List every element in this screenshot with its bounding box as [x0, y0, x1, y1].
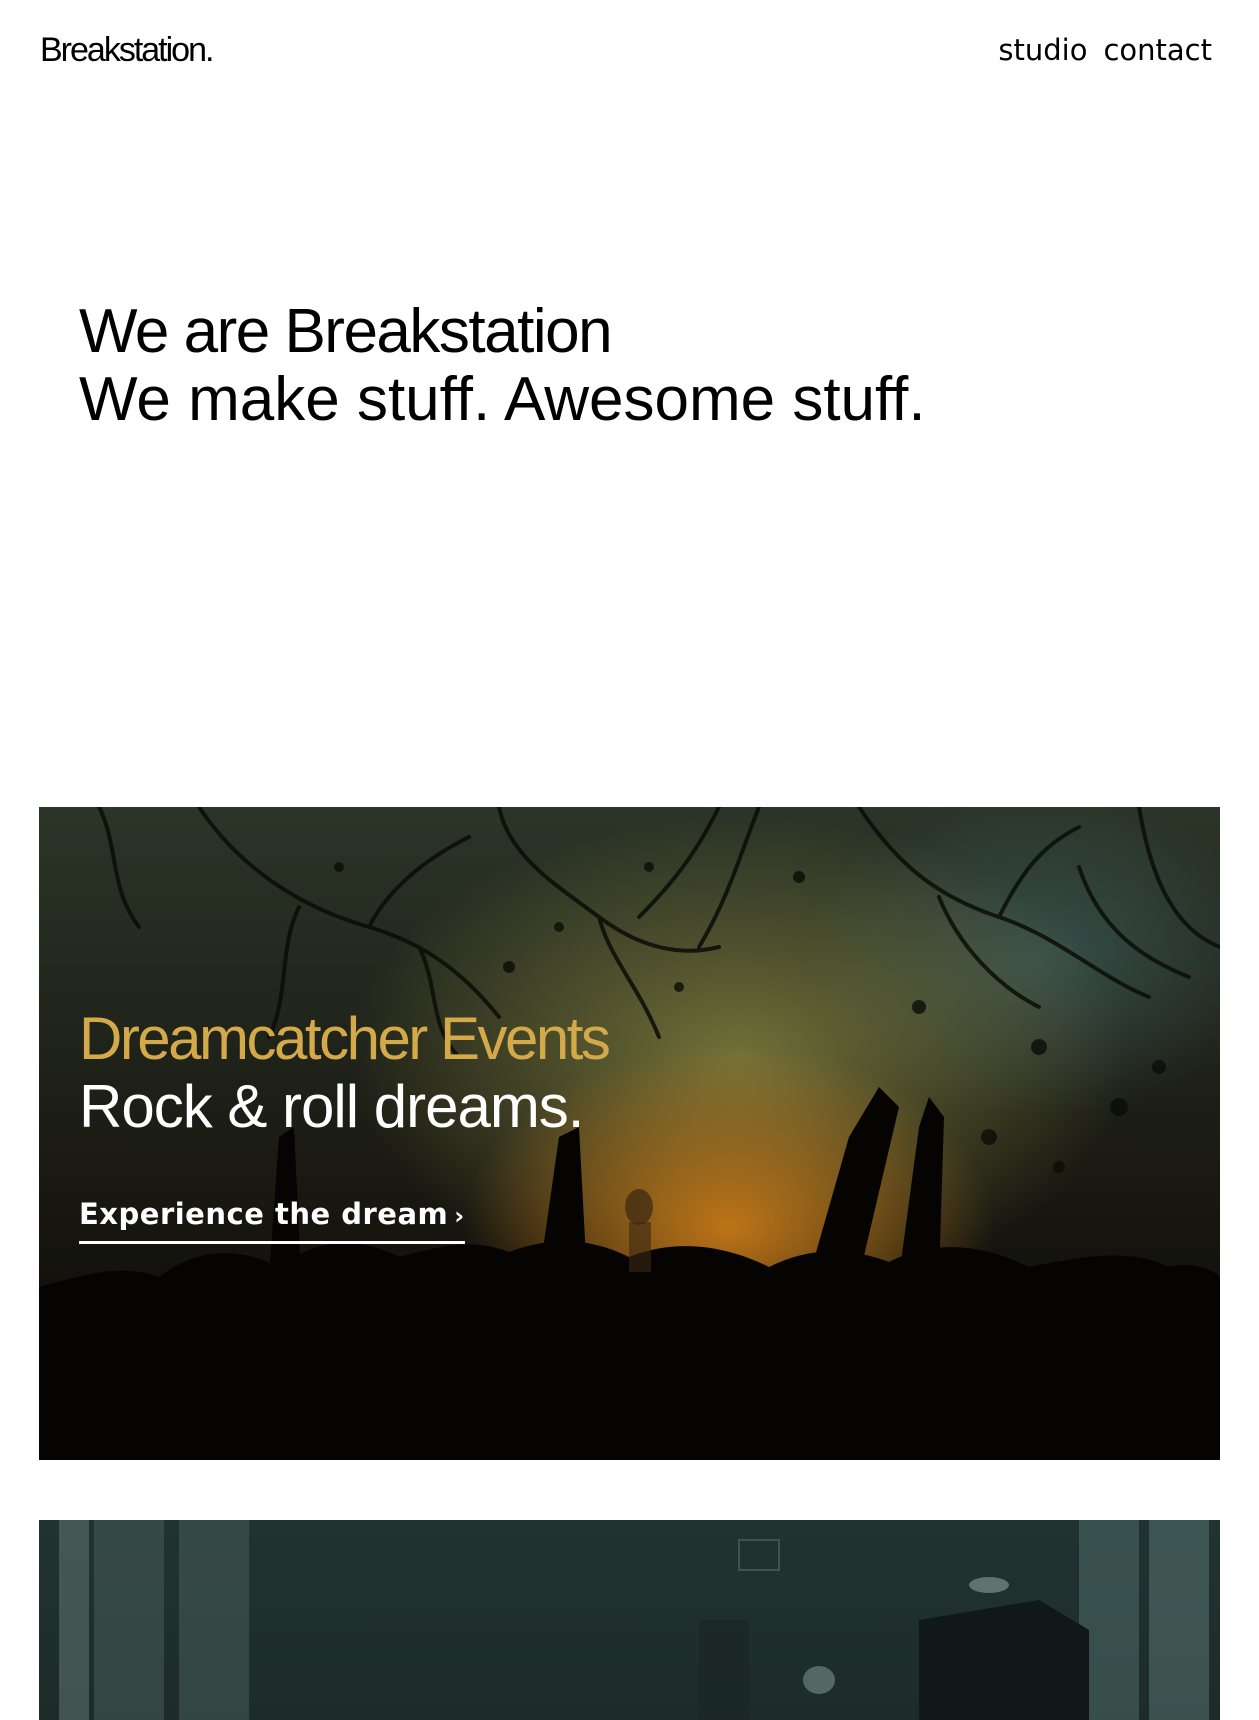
main-nav: studio contact — [998, 30, 1212, 70]
project-subtitle: Rock & roll dreams. — [79, 1073, 584, 1140]
chevron-right-icon: › — [454, 1202, 465, 1230]
site-header: Breakstation. studio contact — [0, 0, 1259, 100]
project-card-second[interactable] — [39, 1520, 1220, 1720]
project-card-dreamcatcher[interactable]: Dreamcatcher Events Rock & roll dreams. … — [39, 807, 1220, 1460]
hero-heading: We are Breakstation We make stuff. Aweso… — [79, 298, 926, 434]
cta-label: Experience the dream — [79, 1197, 449, 1231]
stage-image — [59, 1520, 1209, 1720]
hero-line-1: We are Breakstation — [79, 297, 613, 366]
nav-link-contact[interactable]: contact — [1103, 30, 1212, 70]
site-logo[interactable]: Breakstation. — [40, 30, 214, 70]
nav-link-studio[interactable]: studio — [998, 30, 1087, 70]
project-title: Dreamcatcher Events — [79, 1005, 611, 1072]
experience-dream-link[interactable]: Experience the dream › — [79, 1195, 465, 1244]
hero-line-2: We make stuff. Awesome stuff. — [79, 365, 926, 434]
